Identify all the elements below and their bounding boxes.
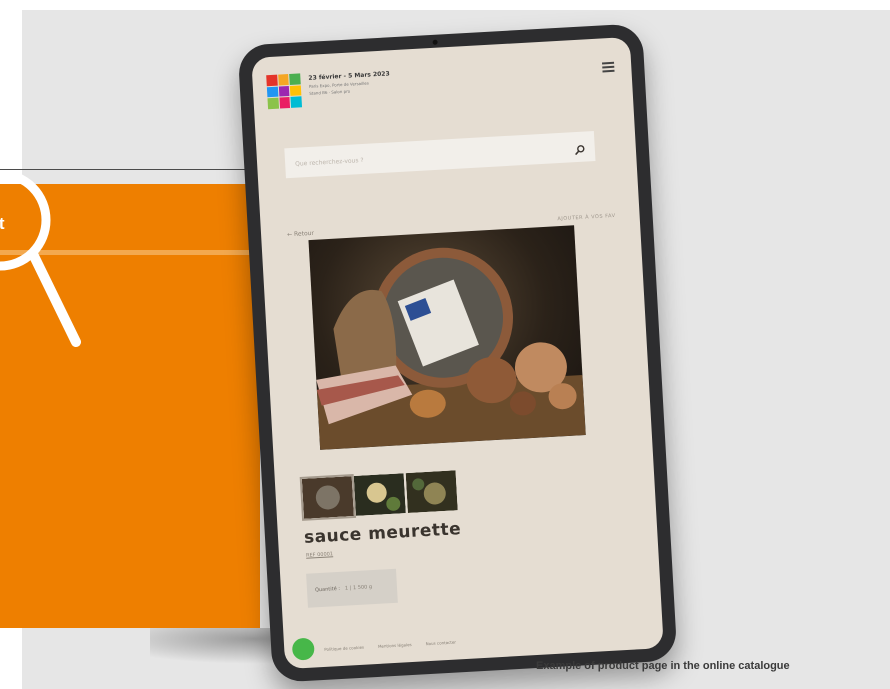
- footer-link-cookies[interactable]: Politique de cookies: [324, 644, 364, 651]
- product-name: sauce meurette: [303, 519, 462, 548]
- site-header: 23 février - 5 Mars 2023 Paris Expo, Por…: [266, 56, 620, 116]
- quantity-label: Quantité :: [314, 585, 341, 594]
- panel-text-fragment: ext: [0, 214, 5, 233]
- thumbnail-2[interactable]: [353, 473, 406, 516]
- panel-text: ext: [0, 214, 25, 234]
- magnifier-icon: [0, 170, 81, 347]
- event-info: 23 février - 5 Mars 2023 Paris Expo, Por…: [308, 66, 469, 96]
- search-input[interactable]: [292, 140, 558, 173]
- logo-square: [266, 86, 279, 98]
- logo-square: [278, 85, 290, 97]
- logo-square: [290, 96, 303, 108]
- search-box: [284, 131, 596, 179]
- logo-square: [267, 97, 279, 110]
- logo-square: [289, 73, 301, 85]
- quantity-select[interactable]: 1 | 1 500 g: [345, 584, 372, 592]
- thumbnail-strip: [299, 470, 458, 521]
- thumbnail-3[interactable]: [405, 470, 458, 514]
- logo-square: [279, 97, 291, 109]
- logo-square: [277, 73, 290, 86]
- product-reference[interactable]: REF 00001: [306, 551, 333, 558]
- back-link[interactable]: ← Retour: [287, 230, 314, 238]
- add-to-favourites-link[interactable]: AJOUTER À VOS FAV: [557, 213, 615, 222]
- logo-square: [266, 74, 278, 86]
- product-photo: [308, 225, 586, 450]
- tablet-device: 23 février - 5 Mars 2023 Paris Expo, Por…: [237, 23, 678, 683]
- tablet-screen: 23 février - 5 Mars 2023 Paris Expo, Por…: [251, 36, 664, 670]
- hamburger-menu-icon[interactable]: [602, 61, 615, 75]
- thumbnail-1[interactable]: [299, 473, 357, 521]
- quantity-box: Quantité : 1 | 1 500 g: [306, 568, 398, 608]
- logo-square: [290, 84, 302, 97]
- caption: Example of product page in the online ca…: [536, 660, 790, 672]
- search-icon[interactable]: [574, 140, 585, 160]
- footer-link-legal[interactable]: Mentions légales: [378, 642, 412, 649]
- footer-link-contact[interactable]: Nous contacter: [425, 639, 456, 646]
- event-logo[interactable]: [266, 73, 303, 110]
